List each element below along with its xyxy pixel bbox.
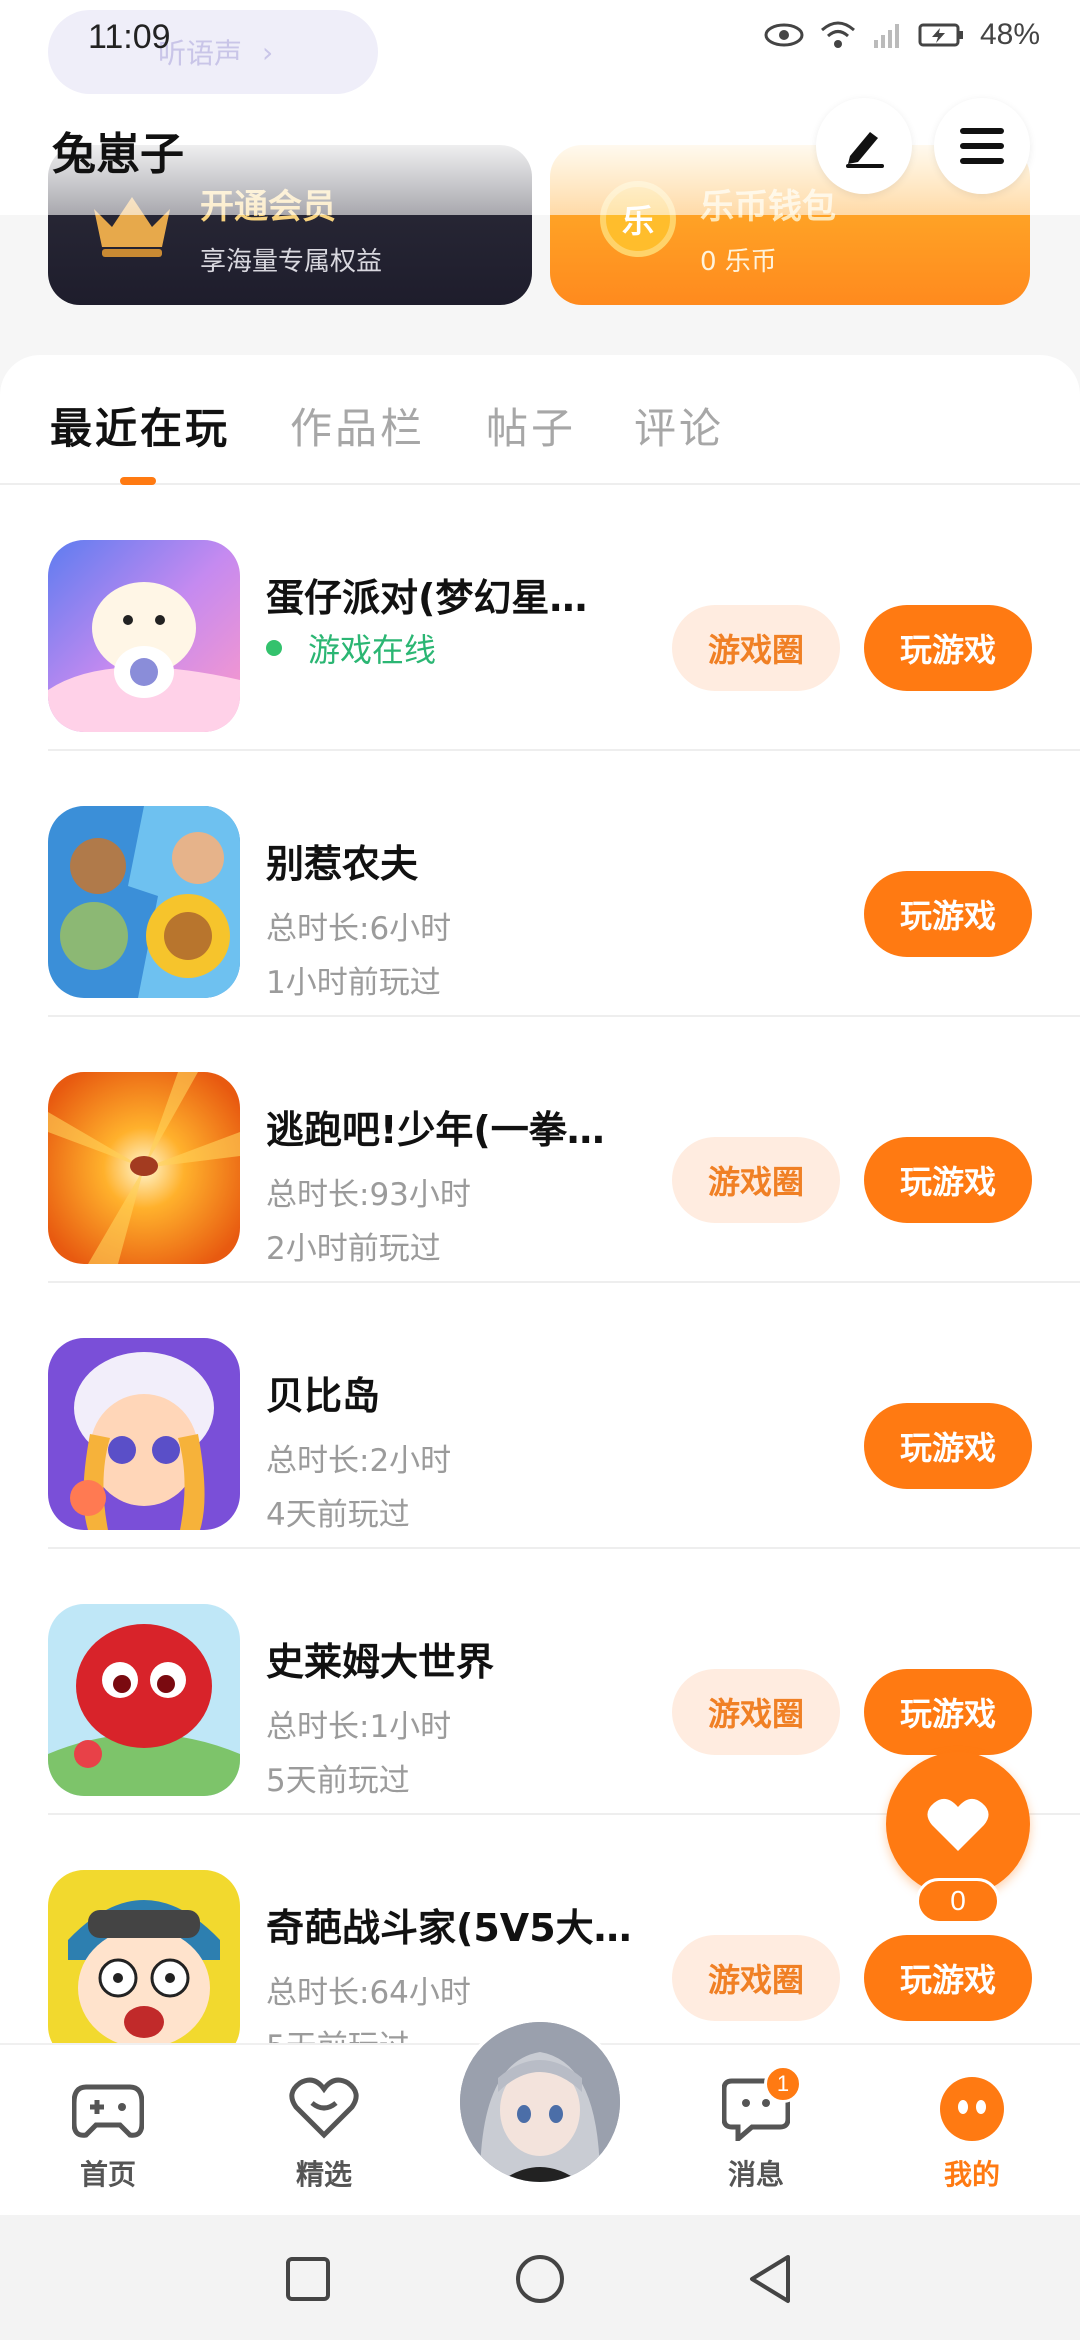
back-triangle-icon: [750, 2255, 790, 2303]
game-row[interactable]: 贝比岛 总时长:2小时 4天前玩过 玩游戏: [48, 1283, 1080, 1549]
play-game-button[interactable]: 玩游戏: [864, 871, 1032, 957]
play-duration: 总时长:93小时: [266, 1177, 471, 1213]
tab-bar: 最近在玩 作品栏 帖子 评论: [0, 355, 1080, 485]
menu-button[interactable]: [934, 98, 1030, 194]
center-avatar[interactable]: [456, 2018, 624, 2186]
game-title: 史莱姆大世界: [266, 1640, 495, 1684]
game-circle-button[interactable]: 游戏圈: [672, 1669, 840, 1755]
signal-icon: [873, 24, 899, 48]
vip-title: 开通会员: [200, 187, 336, 227]
pen-icon: [846, 132, 884, 168]
game-icon-baby-island[interactable]: [48, 1338, 240, 1530]
game-title: 逃跑吧!少年(一拳…: [266, 1108, 605, 1152]
heart-icon: [927, 1798, 989, 1851]
game-title: 蛋仔派对(梦幻星…: [266, 576, 588, 620]
active-tab-indicator: [120, 477, 156, 485]
play-game-button[interactable]: 玩游戏: [864, 605, 1032, 691]
wallet-balance: 0 乐币: [700, 247, 777, 277]
square-icon: [286, 2257, 330, 2301]
favorite-fab[interactable]: [886, 1752, 1030, 1896]
back-button[interactable]: [742, 2251, 798, 2307]
play-duration: 总时长:2小时: [266, 1443, 452, 1479]
tab-recent[interactable]: 最近在玩: [50, 395, 230, 456]
nav-messages-label: 消息: [727, 2158, 784, 2191]
nav-mine-label: 我的: [943, 2158, 1000, 2191]
play-duration: 总时长:64小时: [266, 1975, 471, 2011]
game-row[interactable]: 别惹农夫 总时长:6小时 1小时前玩过 玩游戏: [48, 751, 1080, 1017]
game-circle-button[interactable]: 游戏圈: [672, 605, 840, 691]
online-dot-icon: [266, 640, 282, 656]
game-icon-dont-mess-farmer[interactable]: [48, 806, 240, 998]
nav-messages[interactable]: 1 消息: [686, 2065, 826, 2193]
game-title: 别惹农夫: [266, 842, 419, 886]
home-system-button[interactable]: [512, 2251, 568, 2307]
last-played: 4天前玩过: [266, 1497, 410, 1533]
last-played: 5天前玩过: [266, 1763, 410, 1799]
edit-profile-button[interactable]: [816, 98, 912, 194]
nav-home[interactable]: 首页: [38, 2073, 178, 2193]
wifi-icon: [820, 21, 855, 48]
game-circle-button[interactable]: 游戏圈: [672, 1935, 840, 2021]
game-circle-button[interactable]: 游戏圈: [672, 1137, 840, 1223]
status-bar: 11:09 48%: [0, 0, 1080, 80]
circle-icon: [516, 2255, 564, 2303]
play-duration: 总时长:6小时: [266, 911, 452, 947]
game-icon-eggy-party[interactable]: [48, 540, 240, 732]
wallet-title: 乐币钱包: [700, 187, 836, 227]
battery-icon: [918, 23, 963, 47]
play-game-button[interactable]: 玩游戏: [864, 1669, 1032, 1755]
nav-home-label: 首页: [79, 2158, 136, 2191]
system-nav-bar: [0, 2215, 1080, 2340]
game-title: 奇葩战斗家(5V5大…: [266, 1906, 632, 1950]
game-row[interactable]: 逃跑吧!少年(一拳… 总时长:93小时 2小时前玩过 游戏圈 玩游戏: [48, 1017, 1080, 1283]
coin-icon: 乐: [600, 181, 676, 257]
hamburger-icon: [960, 128, 1004, 164]
vip-subtitle: 享海量专属权益: [200, 247, 383, 277]
game-title: 贝比岛: [266, 1374, 381, 1418]
eye-icon: [764, 23, 804, 47]
tab-works[interactable]: 作品栏: [290, 395, 425, 456]
nav-featured-label: 精选: [295, 2158, 352, 2191]
online-status: 游戏在线: [266, 625, 436, 671]
play-duration: 总时长:1小时: [266, 1709, 452, 1745]
heart-outline-icon: [288, 2073, 360, 2145]
profile-face-icon: [936, 2073, 1008, 2145]
chat-bubble-icon: 1: [720, 2065, 802, 2145]
play-game-button[interactable]: 玩游戏: [864, 1137, 1032, 1223]
username: 兔崽子: [52, 129, 184, 180]
nav-featured[interactable]: 精选: [254, 2073, 394, 2193]
last-played: 1小时前玩过: [266, 965, 441, 1001]
recent-apps-button[interactable]: [280, 2251, 336, 2307]
tab-comments[interactable]: 评论: [634, 395, 724, 456]
favorite-count: 0: [916, 1878, 1000, 1924]
message-badge: 1: [764, 2065, 802, 2103]
gamepad-icon: [72, 2073, 144, 2145]
nav-mine[interactable]: 我的: [902, 2073, 1042, 2193]
game-icon-weird-fighter[interactable]: [48, 1870, 240, 2062]
game-icon-slime-world[interactable]: [48, 1604, 240, 1796]
status-time: 11:09: [88, 18, 171, 56]
battery-percent: 48%: [979, 18, 1040, 51]
play-game-button[interactable]: 玩游戏: [864, 1935, 1032, 2021]
online-status-label: 游戏在线: [308, 631, 437, 669]
status-icons: 48%: [764, 18, 1040, 52]
last-played: 2小时前玩过: [266, 1231, 441, 1267]
crown-icon: [94, 197, 170, 257]
tab-posts[interactable]: 帖子: [486, 395, 576, 456]
game-icon-escape-boy[interactable]: [48, 1072, 240, 1264]
play-game-button[interactable]: 玩游戏: [864, 1403, 1032, 1489]
game-row[interactable]: 蛋仔派对(梦幻星… 游戏在线 游戏圈 玩游戏: [48, 485, 1080, 751]
